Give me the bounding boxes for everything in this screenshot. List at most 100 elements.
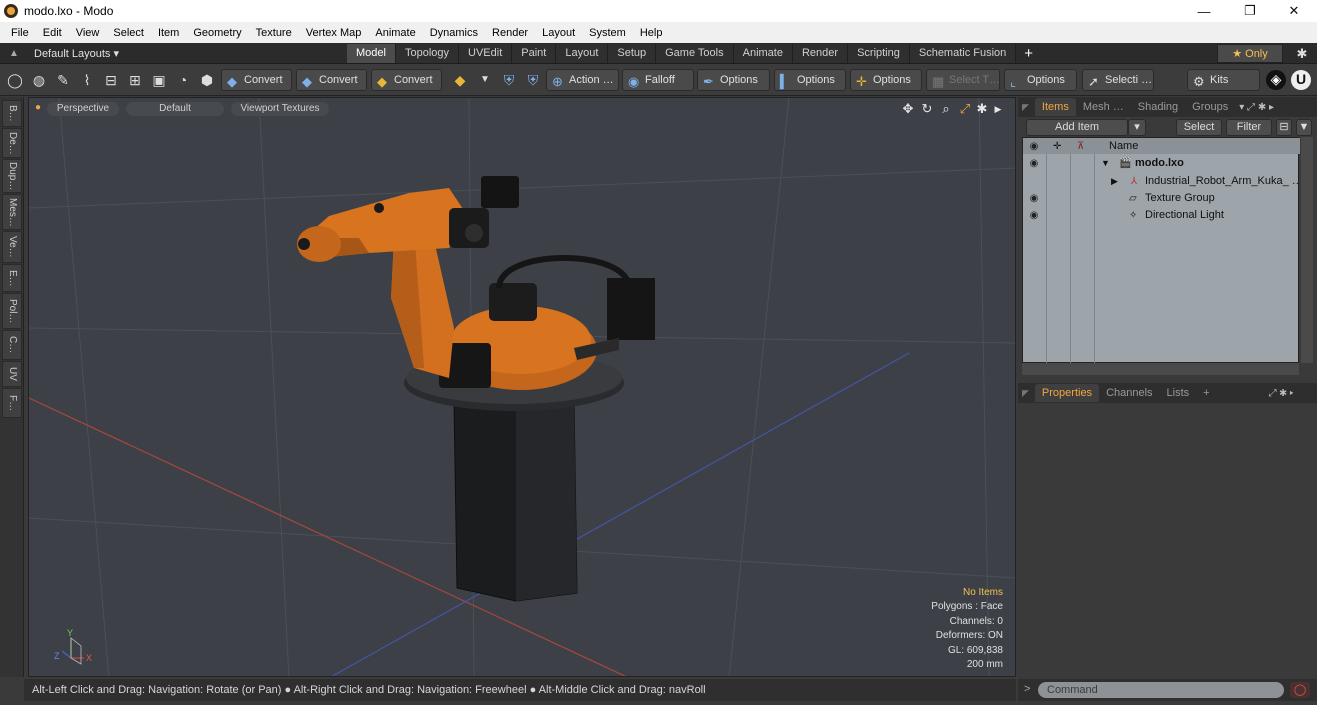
expand-arrow-icon[interactable]: ▶ — [1111, 173, 1118, 190]
maximize-icon[interactable]: ⤢ — [958, 101, 972, 117]
eye-icon[interactable]: ◉ — [1028, 207, 1040, 224]
pen-icon[interactable]: ✎ — [54, 71, 72, 89]
tree-row-directional-light[interactable]: ◉ ✧ Directional Light — [1023, 207, 1300, 224]
panel-menu-icon[interactable]: ◤ — [1022, 388, 1029, 399]
record-macro-icon[interactable]: ◯ — [1290, 682, 1310, 698]
menu-animate[interactable]: Animate — [368, 27, 422, 39]
left-tab-polygon[interactable]: Pol… — [2, 293, 22, 329]
left-tab-vertex[interactable]: Ve… — [2, 231, 22, 263]
select-through-button[interactable]: ▦ Select T… — [926, 69, 1000, 91]
dropdown-arrow-icon[interactable]: ▼ — [476, 71, 494, 89]
tab-dropdown-icon[interactable]: ▾ ⤢ ✱ ▸ — [1239, 102, 1274, 113]
tab-topology[interactable]: Topology — [395, 43, 460, 63]
left-tab-basic[interactable]: B… — [2, 100, 22, 127]
shield-icon[interactable]: ⬢ — [198, 71, 216, 89]
restore-button[interactable]: ❐ — [1227, 0, 1273, 22]
add-tab-button[interactable]: + — [1016, 45, 1041, 62]
vertex-select-icon[interactable]: ◯ — [6, 71, 24, 89]
pan-icon[interactable]: ✥ — [901, 101, 915, 117]
selection-sets-button[interactable]: ➚ Selecti … — [1082, 69, 1154, 91]
only-button[interactable]: ★ Only — [1217, 44, 1283, 63]
tab-scripting[interactable]: Scripting — [848, 43, 910, 63]
tab-items[interactable]: Items — [1034, 98, 1076, 116]
view-mode-selector[interactable]: Perspective — [47, 102, 119, 116]
funnel-icon[interactable]: ▼ — [1296, 119, 1312, 136]
3d-viewport[interactable]: Y X Z ● Perspective Default Viewport Tex… — [28, 97, 1016, 677]
menu-edit[interactable]: Edit — [36, 27, 69, 39]
left-tab-duplicate[interactable]: Dup… — [2, 159, 22, 193]
rotate-icon[interactable]: ↻ — [920, 101, 934, 117]
eye-icon[interactable]: ◉ — [1028, 190, 1040, 207]
convert-button-3[interactable]: ◆ Convert — [371, 69, 442, 91]
material-icon[interactable]: ◔ — [174, 71, 192, 89]
options-button-2[interactable]: ▍ Options — [774, 69, 846, 91]
falloff-button[interactable]: ◉ Falloff — [622, 69, 694, 91]
default-layouts-dropdown[interactable]: Default Layouts ▾ — [34, 47, 304, 60]
left-tab-curve[interactable]: C… — [2, 330, 22, 360]
list-options-icon[interactable]: ⊟ — [1276, 119, 1292, 136]
menu-layout[interactable]: Layout — [535, 27, 582, 39]
snap-icon[interactable]: ⛨ — [500, 71, 518, 89]
menu-texture[interactable]: Texture — [249, 27, 299, 39]
panel-menu-icon[interactable]: ◤ — [1022, 102, 1029, 113]
globe-icon[interactable]: ◍ — [30, 71, 48, 89]
tab-uvedit[interactable]: UVEdit — [459, 43, 513, 63]
items-hscrollbar[interactable] — [1022, 363, 1299, 375]
tab-mesh[interactable]: Mesh … — [1076, 98, 1131, 116]
tab-model[interactable]: Model — [347, 43, 396, 63]
menu-file[interactable]: File — [4, 27, 36, 39]
menu-view[interactable]: View — [69, 27, 107, 39]
viewport-expand-icon[interactable]: ▶ — [991, 101, 1005, 117]
tab-channels[interactable]: Channels — [1099, 384, 1159, 402]
tab-paint[interactable]: Paint — [512, 43, 557, 63]
convert-button-2[interactable]: ◆ Convert — [296, 69, 367, 91]
cube-icon[interactable]: ◆ — [451, 71, 469, 89]
kits-button[interactable]: ⚙ Kits — [1187, 69, 1260, 91]
polygons-icon[interactable]: ⊞ — [126, 71, 144, 89]
tab-shading[interactable]: Shading — [1131, 98, 1185, 116]
tab-lists[interactable]: Lists — [1160, 384, 1197, 402]
options-button-3[interactable]: ✛ Options — [850, 69, 922, 91]
tab-render[interactable]: Render — [792, 43, 849, 63]
command-input[interactable]: Command — [1038, 682, 1284, 698]
options-button-4[interactable]: ⌞ Options — [1004, 69, 1077, 91]
tree-row-scene[interactable]: ◉ ▼ 🎬 modo.lxo — [1023, 155, 1300, 172]
layout-collapse-icon[interactable]: ▲ — [4, 48, 24, 59]
items-scrollbar[interactable] — [1301, 137, 1313, 363]
left-tab-fusion[interactable]: F… — [2, 388, 22, 418]
viewport-textures-selector[interactable]: Viewport Textures — [231, 102, 329, 116]
action-center-button[interactable]: ⊕ Action … — [546, 69, 619, 91]
items-icon[interactable]: ▣ — [150, 71, 168, 89]
tree-row-robot-arm[interactable]: ▶ ⅄ Industrial_Robot_Arm_Kuka_ … — [1023, 173, 1300, 190]
left-tab-deform[interactable]: De… — [2, 128, 22, 158]
menu-render[interactable]: Render — [485, 27, 535, 39]
menu-dynamics[interactable]: Dynamics — [423, 27, 485, 39]
add-panel-tab-button[interactable]: + — [1196, 384, 1216, 402]
viewport-gear-icon[interactable]: ✱ — [975, 101, 989, 117]
tab-layout[interactable]: Layout — [556, 43, 609, 63]
filter-button[interactable]: Filter — [1226, 119, 1272, 136]
unity-icon[interactable]: ◈ — [1266, 70, 1286, 90]
left-tab-uv[interactable]: UV — [2, 361, 22, 387]
lasso-icon[interactable]: ⌇ — [78, 71, 96, 89]
menu-select[interactable]: Select — [106, 27, 151, 39]
convert-button-1[interactable]: ◆ Convert — [221, 69, 292, 91]
collapse-arrow-icon[interactable]: ▼ — [1101, 155, 1110, 172]
tab-game-tools[interactable]: Game Tools — [656, 43, 734, 63]
edges-icon[interactable]: ⊟ — [102, 71, 120, 89]
menu-item[interactable]: Item — [151, 27, 186, 39]
menu-help[interactable]: Help — [633, 27, 670, 39]
gear-icon[interactable]: ✱ — [1292, 44, 1312, 63]
unreal-icon[interactable]: U — [1291, 70, 1311, 90]
tab-setup[interactable]: Setup — [608, 43, 657, 63]
tab-groups[interactable]: Groups — [1185, 98, 1235, 116]
viewport-menu-dot-icon[interactable]: ● — [35, 102, 41, 113]
add-item-button[interactable]: Add Item — [1026, 119, 1128, 136]
menu-system[interactable]: System — [582, 27, 633, 39]
tree-row-texture-group[interactable]: ◉ ▱ Texture Group — [1023, 190, 1300, 207]
left-tab-mesh-edit[interactable]: Mes… — [2, 194, 22, 230]
symmetry-icon[interactable]: ⛨ — [524, 71, 542, 89]
tab-properties[interactable]: Properties — [1034, 384, 1100, 402]
add-item-dropdown[interactable]: ▾ — [1128, 119, 1146, 136]
close-button[interactable]: ✕ — [1271, 0, 1317, 22]
